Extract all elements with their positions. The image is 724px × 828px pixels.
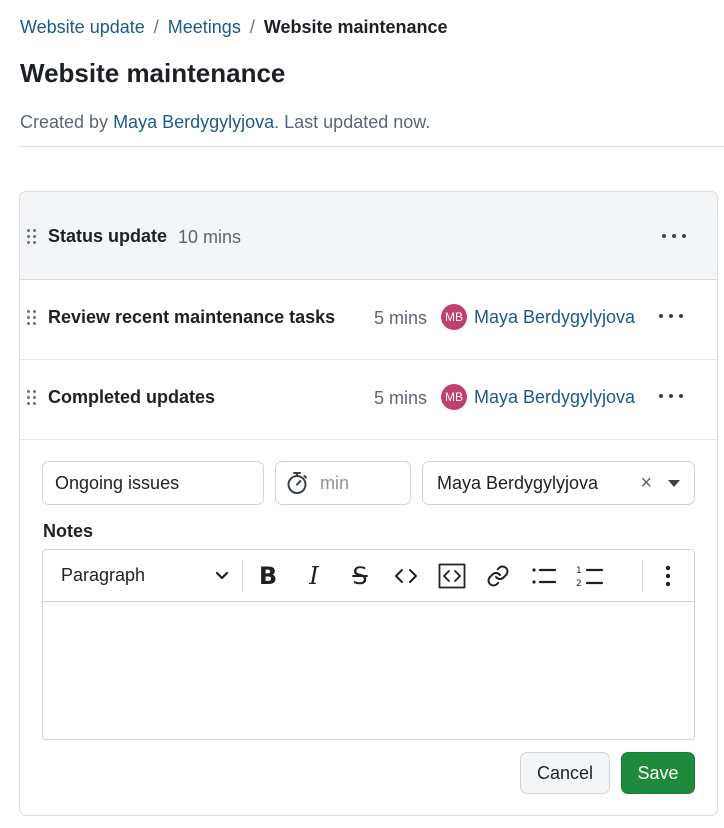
meta-suffix: . Last updated now. <box>274 112 431 132</box>
avatar: MB <box>441 304 467 330</box>
breadcrumb-separator: / <box>249 17 255 37</box>
editor-toolbar: Paragraph B I S 1 2 <box>43 550 694 602</box>
section-more-options-icon[interactable] <box>662 226 686 246</box>
agenda-item-duration: 5 mins <box>374 388 428 408</box>
agenda-section: Status update 10 mins <box>20 192 717 280</box>
agenda-item-title: Review recent maintenance tasks <box>48 307 336 327</box>
breadcrumb-website-update[interactable]: Website update <box>20 17 145 38</box>
strikethrough-icon[interactable]: S <box>345 560 375 592</box>
agenda-item-title-input[interactable] <box>42 461 264 505</box>
item-more-options-icon[interactable] <box>659 386 683 406</box>
select-controls: × <box>640 472 680 495</box>
bold-icon[interactable]: B <box>253 560 283 592</box>
item-more-options-icon[interactable] <box>659 306 683 326</box>
section-title: Status update <box>48 226 168 246</box>
section-duration: 10 mins <box>178 227 242 247</box>
author-link[interactable]: Maya Berdygylyjova <box>113 112 274 132</box>
svg-text:2: 2 <box>576 579 582 588</box>
drag-handle-icon[interactable] <box>27 310 37 326</box>
code-block-icon[interactable] <box>437 560 467 592</box>
header-divider <box>18 146 724 147</box>
format-select-value: Paragraph <box>61 565 146 585</box>
toolbar-divider <box>242 560 243 592</box>
agenda-item: Completed updates 5 mins MB Maya Berdygy… <box>20 360 717 440</box>
italic-icon[interactable]: I <box>299 560 329 592</box>
save-button[interactable]: Save <box>621 752 695 794</box>
agenda-item-duration: 5 mins <box>374 308 428 328</box>
duration-input[interactable]: min <box>275 461 411 505</box>
drag-handle-icon[interactable] <box>27 390 37 406</box>
breadcrumb-current: Website maintenance <box>263 17 448 37</box>
toolbar-divider <box>642 560 643 592</box>
breadcrumb: Website update / Meetings / Website main… <box>20 17 448 38</box>
more-vertical-icon[interactable] <box>653 560 683 592</box>
presenter-link[interactable]: Maya Berdygylyjova <box>474 307 635 328</box>
presenter-select-value: Maya Berdygylyjova <box>437 472 599 493</box>
drag-handle-icon[interactable] <box>27 229 37 245</box>
duration-placeholder: min <box>320 472 350 493</box>
breadcrumb-meetings[interactable]: Meetings <box>168 17 241 38</box>
numbered-list-icon[interactable]: 12 <box>575 560 605 592</box>
notes-content-area[interactable] <box>43 603 694 739</box>
avatar: MB <box>441 384 467 410</box>
agenda-item-presenter: MB Maya Berdygylyjova <box>441 304 635 330</box>
stopwatch-icon <box>287 472 307 494</box>
agenda-item-presenter: MB Maya Berdygylyjova <box>441 384 635 410</box>
page-title: Website maintenance <box>20 58 286 88</box>
notes-editor: Paragraph B I S 1 2 <box>42 549 695 740</box>
agenda-card: Status update 10 mins Review recent main… <box>19 191 718 816</box>
presenter-link[interactable]: Maya Berdygylyjova <box>474 387 635 408</box>
svg-text:1: 1 <box>576 566 582 576</box>
meta-prefix: Created by <box>20 112 114 132</box>
notes-label: Notes <box>43 521 94 541</box>
agenda-item: Review recent maintenance tasks 5 mins M… <box>20 280 717 360</box>
clear-icon[interactable]: × <box>640 472 652 495</box>
breadcrumb-separator: / <box>153 17 159 37</box>
chevron-down-icon <box>215 571 229 579</box>
bullet-list-icon[interactable] <box>529 560 559 592</box>
cancel-button[interactable]: Cancel <box>520 752 610 794</box>
agenda-item-title: Completed updates <box>48 387 216 407</box>
paragraph-format-select[interactable]: Paragraph <box>61 565 229 586</box>
inline-code-icon[interactable] <box>391 560 421 592</box>
link-icon[interactable] <box>483 560 513 592</box>
chevron-down-icon[interactable] <box>668 479 680 487</box>
presenter-select[interactable]: Maya Berdygylyjova × <box>422 461 695 505</box>
meeting-meta: Created by Maya Berdygylyjova. Last upda… <box>20 112 430 133</box>
